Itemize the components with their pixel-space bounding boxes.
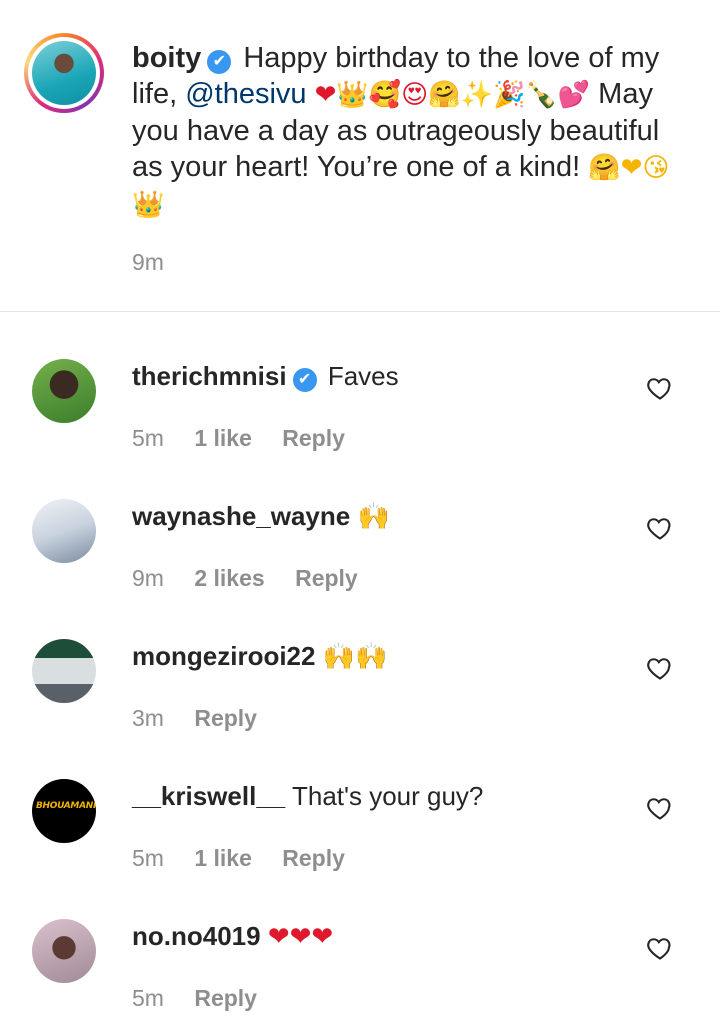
avatar-logo-text: BHOUAMANIA xyxy=(36,801,96,811)
comment-meta: 5m 1 like Reply xyxy=(132,845,369,872)
comment-username[interactable]: therichmnisi xyxy=(132,361,287,391)
comment-item: therichmnisi ✔ Faves 5m 1 like Reply xyxy=(0,312,720,452)
comment-body: That's your guy? xyxy=(292,781,484,811)
comment-item: mongezirooi22 🙌🙌 3m Reply xyxy=(0,592,720,732)
comment-item: BHOUAMANIA __kriswell__ That's your guy?… xyxy=(0,732,720,872)
comment-username[interactable]: __kriswell__ xyxy=(132,781,285,811)
heart-icon[interactable] xyxy=(646,654,674,682)
heart-icon[interactable] xyxy=(646,934,674,962)
comment-text: mongezirooi22 🙌🙌 xyxy=(132,640,387,673)
avatar[interactable] xyxy=(32,499,96,563)
comment-timestamp: 5m xyxy=(132,985,164,1011)
comment-username[interactable]: no.no4019 xyxy=(132,921,261,951)
caption-emojis-1: ❤👑🥰😍🤗✨🎉🍾💕 xyxy=(314,80,591,110)
avatar[interactable]: BHOUAMANIA xyxy=(32,779,96,843)
comment-meta: 5m Reply xyxy=(132,985,281,1012)
reply-button[interactable]: Reply xyxy=(282,425,345,451)
comment-timestamp: 5m xyxy=(132,425,164,451)
comment-username[interactable]: waynashe_wayne xyxy=(132,501,350,531)
comment-username[interactable]: mongezirooi22 xyxy=(132,641,315,671)
caption-username[interactable]: boity xyxy=(132,42,201,74)
avatar[interactable] xyxy=(32,919,96,983)
heart-icon[interactable] xyxy=(646,514,674,542)
avatar[interactable] xyxy=(32,41,96,105)
verified-badge-icon: ✔ xyxy=(292,368,317,392)
reply-button[interactable]: Reply xyxy=(194,985,257,1011)
heart-icon[interactable] xyxy=(646,374,674,402)
avatar[interactable] xyxy=(32,359,96,423)
caption-text: boity ✔ Happy birthday to the love of my … xyxy=(132,40,692,223)
verified-badge-icon: ✔ xyxy=(207,50,232,74)
comment-timestamp: 9m xyxy=(132,565,164,591)
comment-meta: 5m 1 like Reply xyxy=(132,425,369,452)
comment-body: 🙌🙌 xyxy=(322,642,388,672)
comment-text: therichmnisi ✔ Faves xyxy=(132,360,399,392)
comment-text: __kriswell__ That's your guy? xyxy=(132,780,483,812)
comment-item: waynashe_wayne 🙌 9m 2 likes Reply xyxy=(0,452,720,592)
comment-timestamp: 3m xyxy=(132,705,164,731)
reply-button[interactable]: Reply xyxy=(194,705,257,731)
post-caption: boity ✔ Happy birthday to the love of my … xyxy=(0,0,720,312)
comment-body: 🙌 xyxy=(357,502,390,532)
comment-likes[interactable]: 2 likes xyxy=(194,565,264,591)
comment-body: Faves xyxy=(327,361,399,391)
comment-likes[interactable]: 1 like xyxy=(194,425,252,451)
caption-timestamp: 9m xyxy=(132,249,164,275)
mention-link[interactable]: @thesivu xyxy=(185,78,306,110)
comment-meta: 3m Reply xyxy=(132,705,281,732)
avatar[interactable] xyxy=(32,639,96,703)
comment-item: no.no4019 ❤❤❤ 5m Reply xyxy=(0,872,720,1012)
comment-meta: 9m 2 likes Reply xyxy=(132,565,382,592)
comment-likes[interactable]: 1 like xyxy=(194,845,252,871)
comment-text: waynashe_wayne 🙌 xyxy=(132,500,390,533)
reply-button[interactable]: Reply xyxy=(282,845,345,871)
comment-timestamp: 5m xyxy=(132,845,164,871)
reply-button[interactable]: Reply xyxy=(295,565,358,591)
comment-text: no.no4019 ❤❤❤ xyxy=(132,920,333,953)
comment-body: ❤❤❤ xyxy=(267,922,334,952)
heart-icon[interactable] xyxy=(646,794,674,822)
story-ring-avatar[interactable] xyxy=(24,33,104,113)
